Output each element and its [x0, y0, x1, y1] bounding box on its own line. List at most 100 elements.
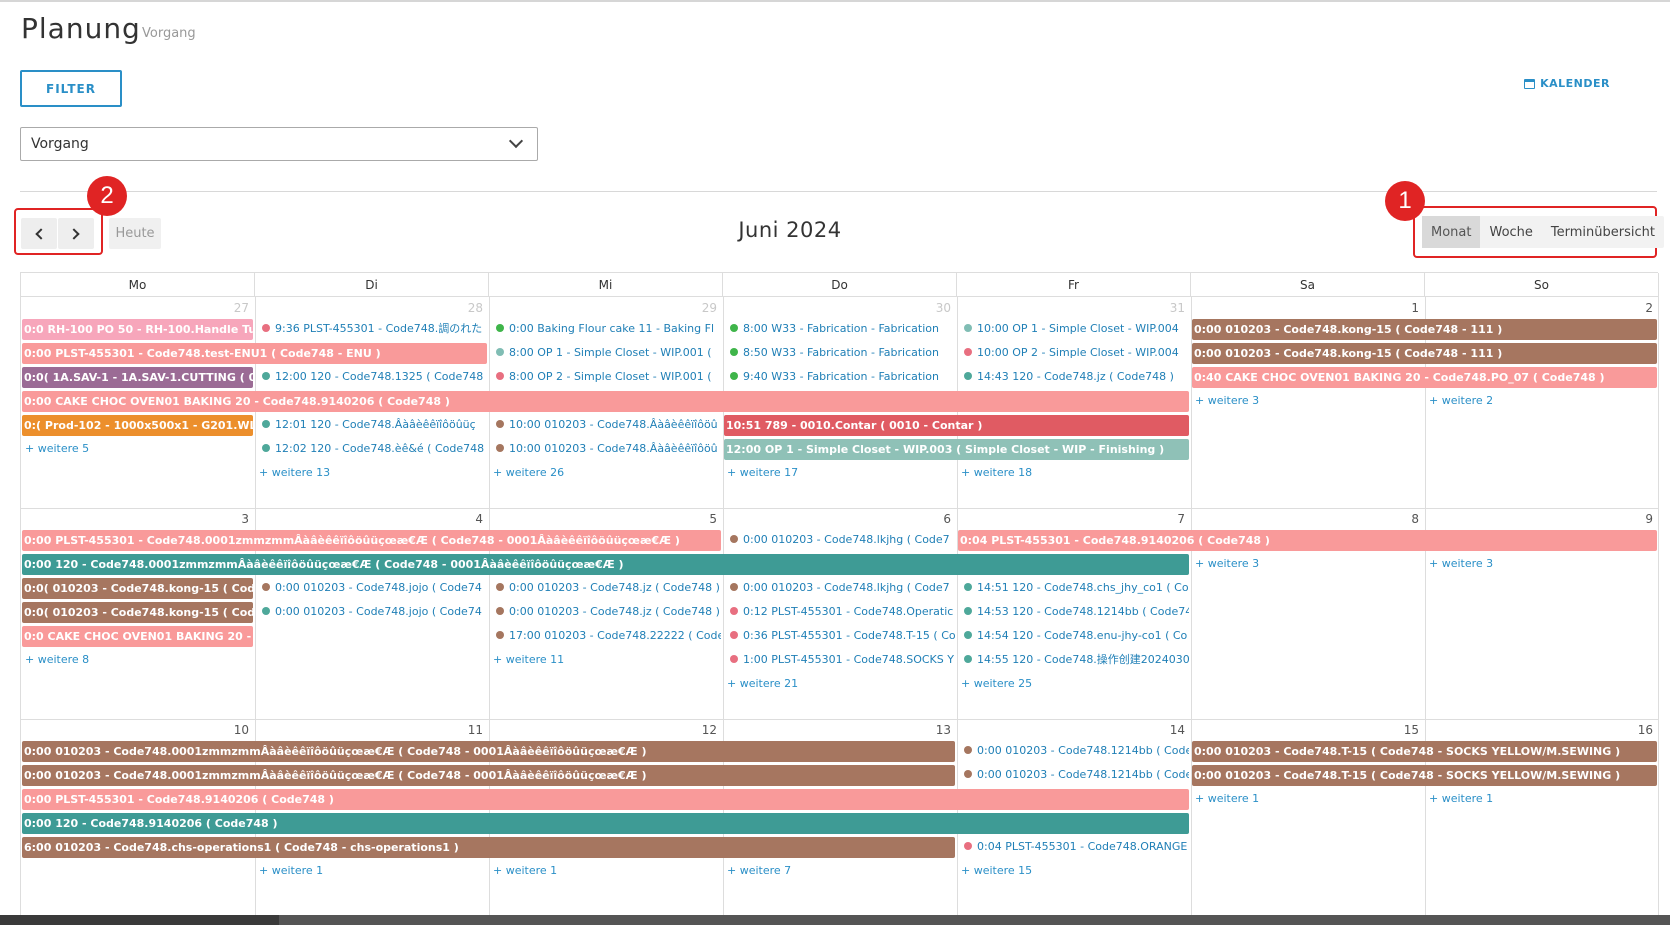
more-events-link[interactable]: + weitere 26: [493, 466, 564, 479]
prev-month-button[interactable]: [21, 218, 57, 249]
event-item[interactable]: 8:00 OP 1 - Simple Closet - WIP.001 (: [490, 343, 721, 363]
day-number[interactable]: 28: [255, 301, 483, 315]
event-item[interactable]: 12:02 120 - Code748.èê&é ( Code748 ): [256, 439, 487, 459]
event-bar[interactable]: 0:04 PLST-455301 - Code748.9140206 ( Cod…: [958, 530, 1657, 551]
event-bar[interactable]: 0:00 010203 - Code748.0001zmmzmmÂàâèêêïî…: [22, 765, 955, 786]
day-number[interactable]: 9: [1425, 512, 1653, 526]
event-item[interactable]: 0:00 010203 - Code748.1214bb ( Code: [958, 741, 1189, 761]
event-item[interactable]: 0:04 PLST-455301 - Code748.ORANGE: [958, 837, 1189, 857]
event-item[interactable]: 0:00 010203 - Code748.jz ( Code748 ): [490, 578, 721, 598]
more-events-link[interactable]: + weitere 21: [727, 677, 798, 690]
event-item[interactable]: 0:00 010203 - Code748.jz ( Code748 ): [490, 602, 721, 622]
event-bar[interactable]: 10:51 789 - 0010.Contar ( 0010 - Contar …: [724, 415, 1189, 436]
event-bar[interactable]: 6:00 010203 - Code748.chs-operations1 ( …: [22, 837, 955, 858]
day-number[interactable]: 1: [1191, 301, 1419, 315]
day-number[interactable]: 29: [489, 301, 717, 315]
event-bar[interactable]: 0:00 CAKE CHOC OVEN01 BAKING 20 - Code74…: [22, 391, 1189, 412]
day-number[interactable]: 7: [957, 512, 1185, 526]
day-number[interactable]: 30: [723, 301, 951, 315]
more-events-link[interactable]: + weitere 3: [1195, 394, 1259, 407]
more-events-link[interactable]: + weitere 5: [25, 442, 89, 455]
view-agenda-button[interactable]: Terminübersicht: [1542, 216, 1664, 248]
day-number[interactable]: 3: [21, 512, 249, 526]
event-bar[interactable]: 0:00 PLST-455301 - Code748.0001zmmzmmÂàâ…: [22, 530, 721, 551]
event-item[interactable]: 10:00 010203 - Code748.Âàâèêêïîôöû: [490, 439, 721, 459]
more-events-link[interactable]: + weitere 1: [1195, 792, 1259, 805]
event-item[interactable]: 9:40 W33 - Fabrication - Fabrication: [724, 367, 955, 387]
event-bar[interactable]: 0:0( 010203 - Code748.kong-15 ( Code74: [22, 578, 253, 599]
day-number[interactable]: 10: [21, 723, 249, 737]
event-item[interactable]: 0:12 PLST-455301 - Code748.Operatic: [724, 602, 955, 622]
more-events-link[interactable]: + weitere 1: [1429, 792, 1493, 805]
day-number[interactable]: 31: [957, 301, 1185, 315]
event-item[interactable]: 1:00 PLST-455301 - Code748.SOCKS Y: [724, 650, 955, 670]
day-number[interactable]: 13: [723, 723, 951, 737]
horizontal-scrollbar[interactable]: [0, 915, 1670, 925]
event-item[interactable]: 12:01 120 - Code748.Âàâèêêïîôöûüç: [256, 415, 487, 435]
event-item[interactable]: 10:00 010203 - Code748.Âàâèêêïîôöû: [490, 415, 721, 435]
more-events-link[interactable]: + weitere 2: [1429, 394, 1493, 407]
day-number[interactable]: 5: [489, 512, 717, 526]
view-month-button[interactable]: Monat: [1422, 216, 1481, 248]
event-item[interactable]: 14:55 120 - Code748.操作创建2024030: [958, 650, 1189, 670]
event-item[interactable]: 0:00 Baking Flour cake 11 - Baking Fl: [490, 319, 721, 339]
event-bar[interactable]: 0:40 CAKE CHOC OVEN01 BAKING 20 - Code74…: [1192, 367, 1657, 388]
event-bar[interactable]: 0:0 RH-100 PO 50 - RH-100.Handle Turni: [22, 319, 253, 340]
day-number[interactable]: 14: [957, 723, 1185, 737]
event-item[interactable]: 14:43 120 - Code748.jz ( Code748 ): [958, 367, 1189, 387]
more-events-link[interactable]: + weitere 3: [1195, 557, 1259, 570]
more-events-link[interactable]: + weitere 1: [259, 864, 323, 877]
event-bar[interactable]: 0:00 010203 - Code748.0001zmmzmmÂàâèêêïî…: [22, 741, 955, 762]
event-item[interactable]: 9:36 PLST-455301 - Code748.調のれた: [256, 319, 487, 339]
event-bar[interactable]: 0:0( 1A.SAV-1 - 1A.SAV-1.CUTTING ( 001: [22, 367, 253, 388]
day-number[interactable]: 12: [489, 723, 717, 737]
event-item[interactable]: 0:36 PLST-455301 - Code748.T-15 ( Co: [724, 626, 955, 646]
more-events-link[interactable]: + weitere 18: [961, 466, 1032, 479]
more-events-link[interactable]: + weitere 8: [25, 653, 89, 666]
event-bar[interactable]: 0:00 010203 - Code748.T-15 ( Code748 - S…: [1192, 765, 1657, 786]
event-bar[interactable]: 0:00 120 - Code748.9140206 ( Code748 ): [22, 813, 1189, 834]
event-item[interactable]: 12:00 120 - Code748.1325 ( Code748 ): [256, 367, 487, 387]
event-bar[interactable]: 12:00 OP 1 - Simple Closet - WIP.003 ( S…: [724, 439, 1189, 460]
event-item[interactable]: 0:00 010203 - Code748.1214bb ( Code: [958, 765, 1189, 785]
event-bar[interactable]: 0:00 010203 - Code748.T-15 ( Code748 - S…: [1192, 741, 1657, 762]
day-number[interactable]: 27: [21, 301, 249, 315]
day-number[interactable]: 6: [723, 512, 951, 526]
more-events-link[interactable]: + weitere 17: [727, 466, 798, 479]
event-item[interactable]: 8:50 W33 - Fabrication - Fabrication: [724, 343, 955, 363]
event-bar[interactable]: 0:00 010203 - Code748.kong-15 ( Code748 …: [1192, 343, 1657, 364]
process-select[interactable]: Vorgang: [20, 127, 538, 161]
event-item[interactable]: 10:00 OP 1 - Simple Closet - WIP.004: [958, 319, 1189, 339]
more-events-link[interactable]: + weitere 3: [1429, 557, 1493, 570]
event-item[interactable]: 0:00 010203 - Code748.lkjhg ( Code7: [724, 530, 955, 550]
more-events-link[interactable]: + weitere 25: [961, 677, 1032, 690]
view-week-button[interactable]: Woche: [1480, 216, 1541, 248]
today-button[interactable]: Heute: [109, 218, 161, 249]
event-item[interactable]: 10:00 OP 2 - Simple Closet - WIP.004: [958, 343, 1189, 363]
day-number[interactable]: 4: [255, 512, 483, 526]
more-events-link[interactable]: + weitere 15: [961, 864, 1032, 877]
scrollbar-thumb[interactable]: [279, 915, 1670, 925]
event-bar[interactable]: 0:0( 010203 - Code748.kong-15 ( Code74: [22, 602, 253, 623]
event-bar[interactable]: 0:( Prod-102 - 1000x500x1 - G201.WLD (: [22, 415, 253, 436]
more-events-link[interactable]: + weitere 13: [259, 466, 330, 479]
filter-button[interactable]: FILTER: [20, 70, 122, 107]
day-number[interactable]: 15: [1191, 723, 1419, 737]
day-number[interactable]: 11: [255, 723, 483, 737]
day-number[interactable]: 16: [1425, 723, 1653, 737]
event-item[interactable]: 0:00 010203 - Code748.jojo ( Code74: [256, 578, 487, 598]
event-item[interactable]: 14:54 120 - Code748.enu-jhy-co1 ( Co: [958, 626, 1189, 646]
event-item[interactable]: 14:53 120 - Code748.1214bb ( Code74: [958, 602, 1189, 622]
more-events-link[interactable]: + weitere 7: [727, 864, 791, 877]
next-month-button[interactable]: [58, 218, 94, 249]
event-item[interactable]: 0:00 010203 - Code748.jojo ( Code74: [256, 602, 487, 622]
event-item[interactable]: 17:00 010203 - Code748.22222 ( Code: [490, 626, 721, 646]
more-events-link[interactable]: + weitere 11: [493, 653, 564, 666]
event-bar[interactable]: 0:00 120 - Code748.0001zmmzmmÂàâèêêïîôöû…: [22, 554, 1189, 575]
event-bar[interactable]: 0:00 PLST-455301 - Code748.test-ENU1 ( C…: [22, 343, 487, 364]
day-number[interactable]: 8: [1191, 512, 1419, 526]
event-bar[interactable]: 0:00 010203 - Code748.kong-15 ( Code748 …: [1192, 319, 1657, 340]
event-bar[interactable]: 0:00 PLST-455301 - Code748.9140206 ( Cod…: [22, 789, 1189, 810]
event-item[interactable]: 8:00 W33 - Fabrication - Fabrication: [724, 319, 955, 339]
event-item[interactable]: 8:00 OP 2 - Simple Closet - WIP.001 (: [490, 367, 721, 387]
